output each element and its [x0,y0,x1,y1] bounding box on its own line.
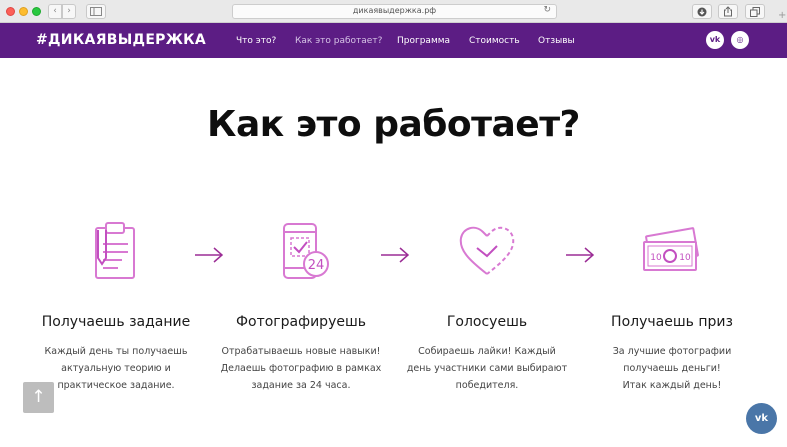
chevron-right-icon: › [67,6,71,16]
close-window-button[interactable] [6,7,15,16]
phone-icon-badge: 24 [308,258,325,273]
vk-icon[interactable]: vk [706,31,724,49]
nav-item-what-is-it[interactable]: Что это? [236,36,276,46]
nav-item-how-it-works[interactable]: Как это работает? [295,36,382,46]
nav-item-program[interactable]: Программа [397,36,450,46]
step-desc-photograph: Отрабатываешь новые навыки! Делаешь фото… [220,346,382,391]
clipboard-task-icon [95,222,135,279]
sidebar-toggle-button[interactable] [86,4,106,19]
vk-icon: vk [754,413,769,424]
back-button[interactable]: ‹ [48,4,62,19]
step-desc-get-prize: За лучшие фотографии получаешь деньги! И… [612,346,732,391]
zoom-window-button[interactable] [32,7,41,16]
url-text: дикаявыдержка.рф [352,6,437,15]
address-bar[interactable]: дикаявыдержка.рф ↻ [232,4,557,19]
site-logo[interactable]: #ДИКАЯВЫДЕРЖКА [36,32,206,48]
forward-button[interactable]: › [62,4,76,19]
page-title: Как это работает? [207,104,580,145]
step-title-get-task: Получаешь задание [41,314,191,330]
downloads-button[interactable] [692,4,712,19]
share-icon [724,6,732,17]
new-tab-button[interactable]: + [778,10,786,21]
arrow-right-icon [566,247,595,263]
tabs-icon [750,7,760,17]
phone-24-icon: 24 [283,223,329,279]
arrow-up-icon: ↑ [31,387,46,407]
sidebar-icon [90,7,102,16]
vk-chat-button[interactable]: vk [746,403,777,434]
share-button[interactable] [718,4,738,19]
step-title-vote: Голосуешь [446,314,528,330]
scroll-to-top-button[interactable]: ↑ [23,382,54,413]
arrow-right-icon [381,247,410,263]
money-icon-label-left: 10 [650,253,662,263]
tabs-overview-button[interactable] [745,4,765,19]
reload-icon[interactable]: ↻ [543,5,551,15]
nav-item-reviews[interactable]: Отзывы [538,36,575,46]
minimize-window-button[interactable] [19,7,28,16]
chevron-left-icon: ‹ [53,6,57,16]
heart-vote-icon [459,226,515,275]
money-prize-icon: 10 10 [643,227,699,271]
step-title-get-prize: Получаешь приз [611,314,733,330]
download-icon [697,7,707,17]
money-icon-label-right: 10 [679,253,691,263]
browser-toolbar: ‹ › дикаявыдержка.рф ↻ + [0,0,787,23]
instagram-icon[interactable]: ◎ [731,31,749,49]
site-navbar: #ДИКАЯВЫДЕРЖКА Что это? Как это работает… [0,23,787,58]
step-title-photograph: Фотографируешь [235,314,367,330]
arrow-right-icon [195,247,224,263]
step-desc-vote: Собираешь лайки! Каждый день участники с… [406,346,568,391]
nav-item-price[interactable]: Стоимость [469,36,520,46]
